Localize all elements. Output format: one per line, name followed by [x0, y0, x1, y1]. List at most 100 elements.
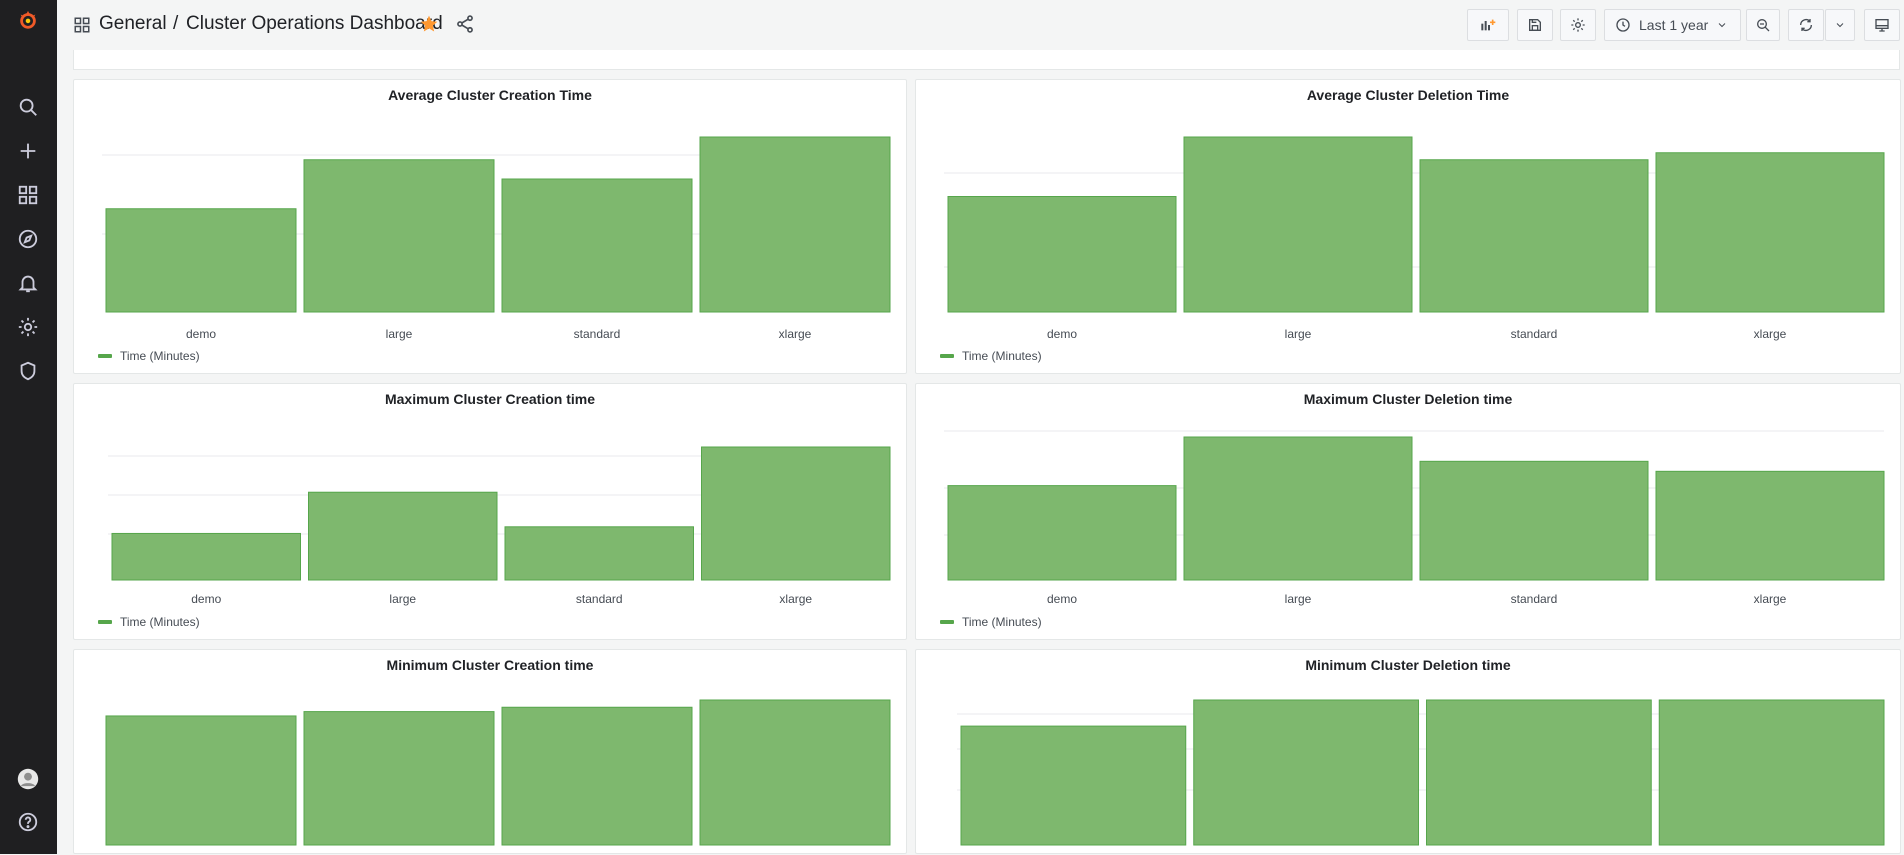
star-icon[interactable] [419, 14, 439, 34]
legend-item[interactable]: Time (Minutes) [940, 349, 1042, 363]
bar-standard[interactable] [1419, 460, 1649, 581]
bar-xlarge[interactable] [699, 699, 891, 846]
x-tick-label: large [386, 327, 413, 341]
panel-minimum-cluster-creation-time[interactable]: Minimum Cluster Creation time [73, 649, 907, 854]
settings-icon [1571, 18, 1585, 32]
legend-swatch [98, 620, 112, 624]
x-tick-label: large [389, 592, 416, 606]
x-tick-label: demo [1047, 327, 1077, 341]
bar-chart: demo large standard xlarge [944, 136, 1885, 341]
bar-standard[interactable] [501, 706, 693, 846]
explore-icon[interactable] [14, 225, 42, 253]
clock-icon [1616, 18, 1630, 32]
collapsed-panel-strip [73, 50, 1900, 70]
bar-xlarge[interactable] [1658, 699, 1885, 846]
panel-average-cluster-deletion-time[interactable]: Average Cluster Deletion Time demo large s… [915, 79, 1901, 374]
bar-xlarge[interactable] [699, 136, 891, 313]
bar-large[interactable] [1183, 136, 1413, 313]
refresh-button[interactable] [1788, 9, 1824, 41]
panel-average-cluster-creation-time[interactable]: Average Cluster Creation Time demo large s… [73, 79, 907, 374]
add-panel-button[interactable] [1467, 9, 1509, 41]
shield-icon[interactable] [14, 357, 42, 385]
bar-standard[interactable] [504, 526, 694, 581]
bar-chart: demo large standard xlarge [108, 446, 891, 606]
x-tick-label: standard [576, 592, 623, 606]
grafana-logo-icon[interactable] [14, 6, 42, 34]
bar-large[interactable] [1183, 436, 1413, 581]
time-range-picker[interactable]: Last 1 year [1604, 9, 1741, 41]
chevron-down-icon [1718, 23, 1726, 28]
panel-minimum-cluster-deletion-time[interactable]: Minimum Cluster Deletion time [915, 649, 1901, 854]
save-dashboard-button[interactable] [1517, 9, 1553, 41]
x-tick-label: standard [1511, 592, 1558, 606]
sidebar [0, 0, 57, 854]
bar-xlarge[interactable] [1655, 470, 1885, 581]
time-range-label: Last 1 year [1639, 17, 1709, 33]
x-tick-label: xlarge [779, 592, 812, 606]
breadcrumb-separator: / [173, 13, 179, 34]
legend-item[interactable]: Time (Minutes) [940, 615, 1042, 629]
panel-maximum-cluster-creation-time[interactable]: Maximum Cluster Creation time demo large s… [73, 383, 907, 640]
legend-swatch [940, 354, 954, 358]
legend-swatch [98, 354, 112, 358]
bar-large[interactable] [308, 491, 498, 581]
share-icon[interactable] [455, 14, 475, 34]
x-tick-label: demo [186, 327, 216, 341]
bar-large[interactable] [1193, 699, 1419, 846]
help-icon[interactable] [14, 808, 42, 836]
legend-item[interactable]: Time (Minutes) [98, 615, 200, 629]
plus-icon[interactable] [14, 137, 42, 165]
x-tick-label: xlarge [779, 327, 812, 341]
bar-standard[interactable] [501, 178, 693, 313]
x-tick-label: large [1285, 592, 1312, 606]
x-tick-label: xlarge [1754, 327, 1787, 341]
bar-xlarge[interactable] [701, 446, 891, 581]
bar-large[interactable] [303, 159, 495, 313]
bar-xlarge[interactable] [1655, 152, 1885, 313]
dashboard-settings-button[interactable] [1560, 9, 1596, 41]
bar-standard[interactable] [1426, 699, 1652, 846]
bar-large[interactable] [303, 711, 495, 846]
bar-demo[interactable] [947, 196, 1177, 313]
bar-chart [957, 699, 1885, 846]
tv-mode-icon [1875, 19, 1889, 32]
breadcrumb-folder[interactable]: General [99, 13, 167, 35]
save-icon [1529, 19, 1541, 31]
x-tick-label: standard [574, 327, 621, 341]
x-tick-label: large [1285, 327, 1312, 341]
avatar[interactable] [14, 765, 42, 793]
legend-label: Time (Minutes) [962, 349, 1042, 363]
bell-icon[interactable] [14, 269, 42, 297]
bar-chart: demo large standard xlarge [102, 136, 891, 341]
x-tick-label: standard [1511, 327, 1558, 341]
refresh-interval-dropdown[interactable] [1825, 9, 1855, 41]
bar-demo[interactable] [105, 208, 297, 313]
bar-chart [105, 699, 891, 846]
top-navbar: General / Cluster Operations Dashboard L… [57, 0, 1904, 50]
tv-mode-button[interactable] [1864, 9, 1900, 41]
dashboards-grid-icon [74, 17, 90, 33]
legend-swatch [940, 620, 954, 624]
chevron-down-icon [1836, 23, 1844, 28]
zoom-out-button[interactable] [1746, 9, 1780, 41]
dashboards-icon[interactable] [14, 181, 42, 209]
bar-demo[interactable] [105, 715, 297, 846]
legend-label: Time (Minutes) [120, 349, 200, 363]
add-panel-icon [1481, 19, 1496, 31]
panel-maximum-cluster-deletion-time[interactable]: Maximum Cluster Deletion time demo large s… [915, 383, 1901, 640]
gear-icon[interactable] [14, 313, 42, 341]
bar-chart: demo large standard xlarge [944, 430, 1885, 606]
legend-label: Time (Minutes) [120, 615, 200, 629]
bar-demo[interactable] [947, 485, 1177, 581]
search-icon[interactable] [14, 93, 42, 121]
legend-item[interactable]: Time (Minutes) [98, 349, 200, 363]
refresh-icon [1800, 19, 1812, 31]
bar-demo[interactable] [960, 725, 1187, 846]
x-tick-label: demo [191, 592, 221, 606]
x-tick-label: xlarge [1754, 592, 1787, 606]
bar-standard[interactable] [1419, 159, 1649, 313]
bar-demo[interactable] [111, 532, 301, 581]
zoom-out-icon [1757, 19, 1770, 32]
legend-label: Time (Minutes) [962, 615, 1042, 629]
dashboard-title[interactable]: Cluster Operations Dashboard [180, 13, 443, 35]
